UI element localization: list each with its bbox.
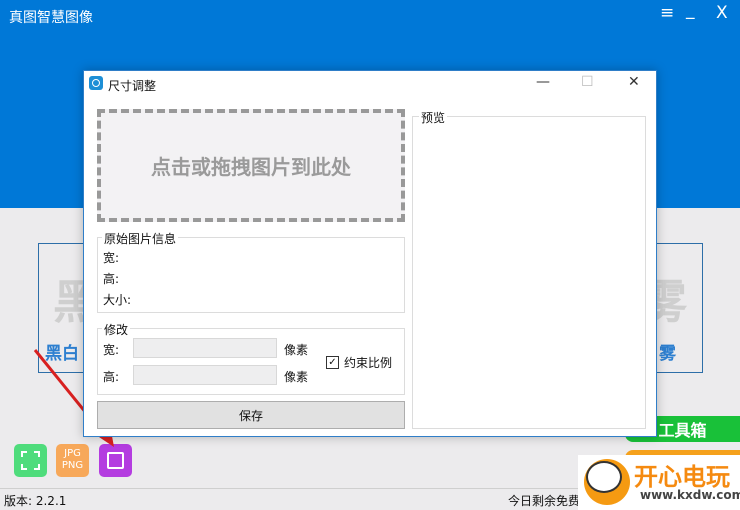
original-info-group: 原始图片信息 宽: 高: 大小: (97, 230, 405, 313)
constrain-ratio-checkbox[interactable]: ✓ (326, 356, 339, 369)
watermark-url: www.kxdw.com (640, 488, 740, 502)
preview-panel: 预览 (412, 109, 646, 429)
height-unit: 像素 (284, 370, 309, 384)
defog-label: 雾 (659, 344, 676, 364)
menu-icon[interactable]: ≡ (660, 3, 674, 23)
dialog-title: 尺寸调整 (108, 79, 157, 93)
close-button[interactable]: X (716, 3, 728, 23)
minimize-button[interactable]: _ (686, 0, 695, 20)
modify-group: 修改 宽: 像素 高: 像素 ✓ 约束比例 (97, 321, 405, 395)
app-icon (89, 76, 103, 90)
version-label: 版本: 2.2.1 (4, 494, 67, 508)
modify-title: 修改 (102, 321, 131, 338)
height-label: 高: (103, 370, 120, 384)
app-title: 真图智慧图像 (9, 10, 93, 26)
resize-dialog: 尺寸调整 — ☐ ✕ 点击或拖拽图片到此处 原始图片信息 宽: 高: 大小: 修… (83, 70, 657, 437)
width-label: 宽: (103, 343, 120, 357)
save-button[interactable]: 保存 (97, 401, 405, 429)
dialog-maximize-button[interactable]: ☐ (581, 74, 594, 90)
width-input[interactable] (133, 338, 277, 358)
watermark-logo: 开心电玩 www.kxdw.com (578, 455, 740, 510)
constrain-ratio-label[interactable]: 约束比例 (344, 354, 392, 371)
original-info-title: 原始图片信息 (102, 230, 179, 247)
free-remaining-label: 今日剩余免费 (508, 494, 581, 508)
image-drop-zone[interactable]: 点击或拖拽图片到此处 (97, 109, 405, 222)
dialog-close-button[interactable]: ✕ (628, 74, 640, 90)
watermark-brand: 开心电玩 (634, 463, 730, 491)
width-unit: 像素 (284, 343, 309, 357)
dialog-minimize-button[interactable]: — (536, 74, 550, 90)
preview-title: 预览 (419, 109, 448, 126)
original-width-label: 宽: (103, 251, 120, 265)
original-size-label: 大小: (103, 293, 132, 307)
height-input[interactable] (133, 365, 277, 385)
original-height-label: 高: (103, 272, 120, 286)
